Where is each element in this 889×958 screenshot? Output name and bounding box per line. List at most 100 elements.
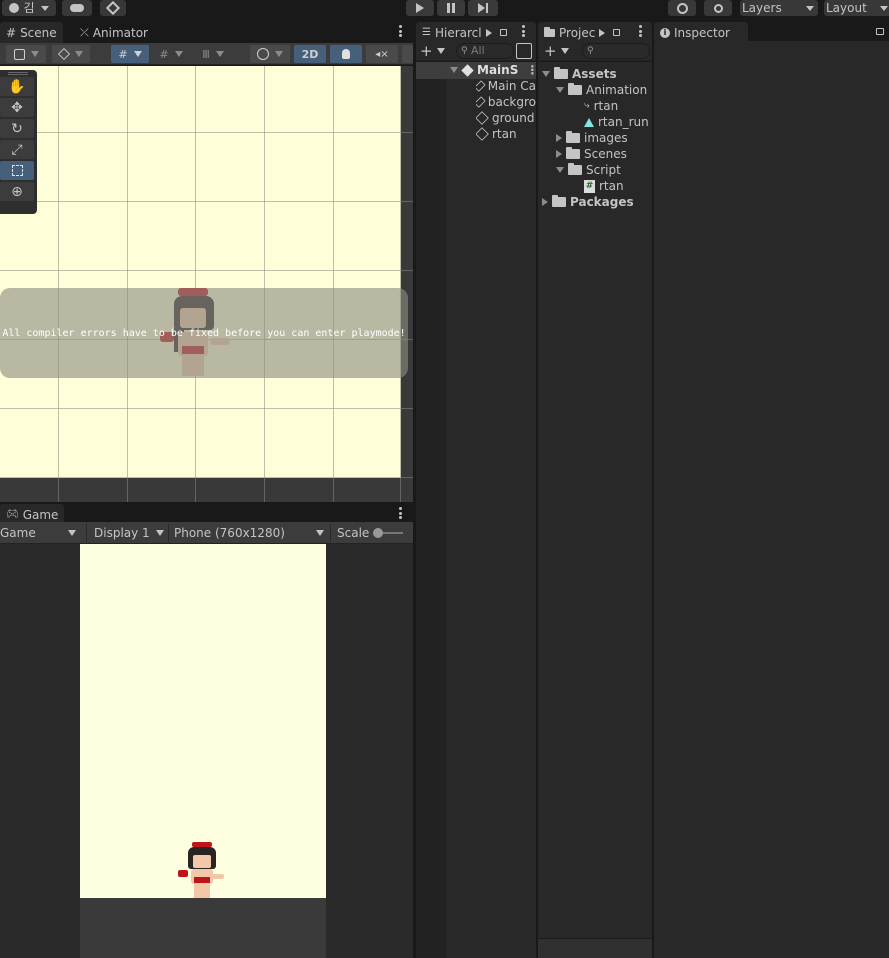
tab-animator-label: Animator [92,25,148,40]
folder-images[interactable]: images [556,130,628,146]
folder-tab-icon [544,26,555,37]
folder-open-icon [554,67,568,79]
display-select-label: Display 1 [94,526,150,540]
asset-rtan-run[interactable]: rtan_run [584,114,649,130]
lock-icon[interactable] [499,29,507,36]
hierarchy-search-placeholder: All [471,44,485,57]
game-ground [80,898,326,958]
rect-tool[interactable] [0,161,34,180]
cloud-icon [70,4,84,12]
game-menu-icon[interactable] [395,506,405,520]
animator-controller-icon: ⤷ [584,100,590,111]
hierarchy-item-background[interactable]: backgro [476,94,536,110]
step-button[interactable] [468,0,498,16]
add-button[interactable]: + [420,43,450,59]
hand-icon: ✋ [8,78,26,95]
play-button[interactable] [406,0,434,16]
scale-tool[interactable]: ⤢ [0,140,34,159]
scene-item[interactable]: MainS ⋮ [450,62,538,78]
scene-viewport[interactable]: All compiler errors have to be fixed bef… [0,66,413,502]
layout-dropdown[interactable]: Layout [824,0,889,16]
project-panel: Projec + ⚲ Assets Animation ⤷ rtan rtan_… [538,21,652,958]
folder-open-icon [568,163,582,175]
layers-dropdown[interactable]: Layers [740,0,818,16]
hierarchy-menu-icon[interactable] [518,24,528,38]
lock-icon[interactable] [613,29,621,36]
scene-visibility-button[interactable] [516,43,532,59]
game-toolbar: Game Display 1 Phone (760x1280) Scale [0,522,413,544]
folder-scenes[interactable]: Scenes [556,146,627,162]
tab-scene-label: Scene [20,25,57,40]
hierarchy-item-rtan[interactable]: rtan [476,126,536,142]
project-search[interactable]: ⚲ [582,43,650,59]
scene-toolbar: # # Ⅲ 2D ◂× [0,43,413,65]
hand-tool[interactable]: ✋ [0,77,34,96]
folder-icon [552,195,566,207]
lighting-button[interactable] [330,45,362,63]
draw-mode-button[interactable] [6,45,46,63]
gameobject-icon [476,80,486,92]
hierarchy-item-ground[interactable]: ground [476,110,536,126]
grid-snap-button[interactable]: # [111,45,149,63]
mode-2d-button[interactable]: 2D [294,45,326,63]
resolution-select[interactable]: Phone (760x1280) [168,524,328,542]
history-button[interactable] [668,0,696,16]
pause-button[interactable] [437,0,465,16]
scale-slider-handle[interactable] [373,528,384,538]
main-toolbar: 김 Layers Layout [0,0,889,21]
scale-label: Scale [337,526,370,540]
project-add-button[interactable]: + [544,43,574,59]
move-tool[interactable]: ✥ [0,98,34,117]
game-viewport[interactable] [0,544,413,958]
view-select[interactable]: Game [0,524,80,542]
asset-rtan-script[interactable]: # rtan [584,178,624,194]
folder-script-label: Script [586,163,621,177]
increment-snap-button[interactable]: Ⅲ [194,45,232,63]
rotate-tool[interactable]: ↻ [0,119,34,138]
hierarchy-search[interactable]: ⚲ All [456,43,514,59]
audio-button[interactable]: ◂× [366,45,398,63]
tab-animator[interactable]: ⤫ Animator [74,22,154,43]
effects-button[interactable] [402,45,413,63]
resolution-select-label: Phone (760x1280) [174,526,285,540]
folder-packages[interactable]: Packages [542,194,634,210]
project-menu-icon[interactable] [635,24,645,38]
scale-icon: ⤢ [11,141,23,158]
tab-scene[interactable]: # Scene [0,22,63,43]
grid-line [0,408,413,409]
cloud-button[interactable] [62,0,92,16]
shading-button[interactable] [52,45,90,63]
lightbulb-icon [342,49,350,59]
grid-visibility-icon: # [159,47,169,61]
grid-icon: # [6,25,17,40]
scale-control[interactable]: Scale [330,524,413,542]
folder-script[interactable]: Script [556,162,621,178]
folder-animation[interactable]: Animation [556,82,647,98]
inspector-panel: i Inspector [654,21,889,958]
account-dropdown[interactable]: 김 [2,0,56,16]
hierarchy-item-main-camera[interactable]: Main Ca [476,78,536,94]
transform-icon: ⊕ [11,183,23,200]
grid-visibility-button[interactable]: # [152,45,190,63]
inspector-content [654,41,889,958]
rect-icon [11,165,23,176]
lock-icon[interactable] [876,28,884,35]
info-icon: i [660,27,670,38]
scene-tabbar: # Scene ⤫ Animator [0,21,413,43]
display-select[interactable]: Display 1 [86,524,168,542]
render-mode-button[interactable] [250,45,290,63]
hierarchy-tabbar: ☰ Hierarcl [416,21,536,43]
project-tree: Assets Animation ⤷ rtan rtan_run images … [538,62,652,958]
hierarchy-item-label: ground [492,111,535,125]
account-label: 김 [23,1,35,15]
tab-inspector[interactable]: i Inspector [654,22,748,43]
inspector-tabbar: i Inspector [654,21,889,43]
transform-tool[interactable]: ⊕ [0,182,34,201]
collab-button[interactable] [100,0,126,16]
scene-menu-icon[interactable] [395,24,405,38]
scale-slider[interactable] [373,528,404,538]
folder-assets[interactable]: Assets [542,66,617,82]
pause-icon [447,3,455,13]
asset-rtan-controller[interactable]: ⤷ rtan [584,98,618,114]
search-button[interactable] [704,0,732,16]
